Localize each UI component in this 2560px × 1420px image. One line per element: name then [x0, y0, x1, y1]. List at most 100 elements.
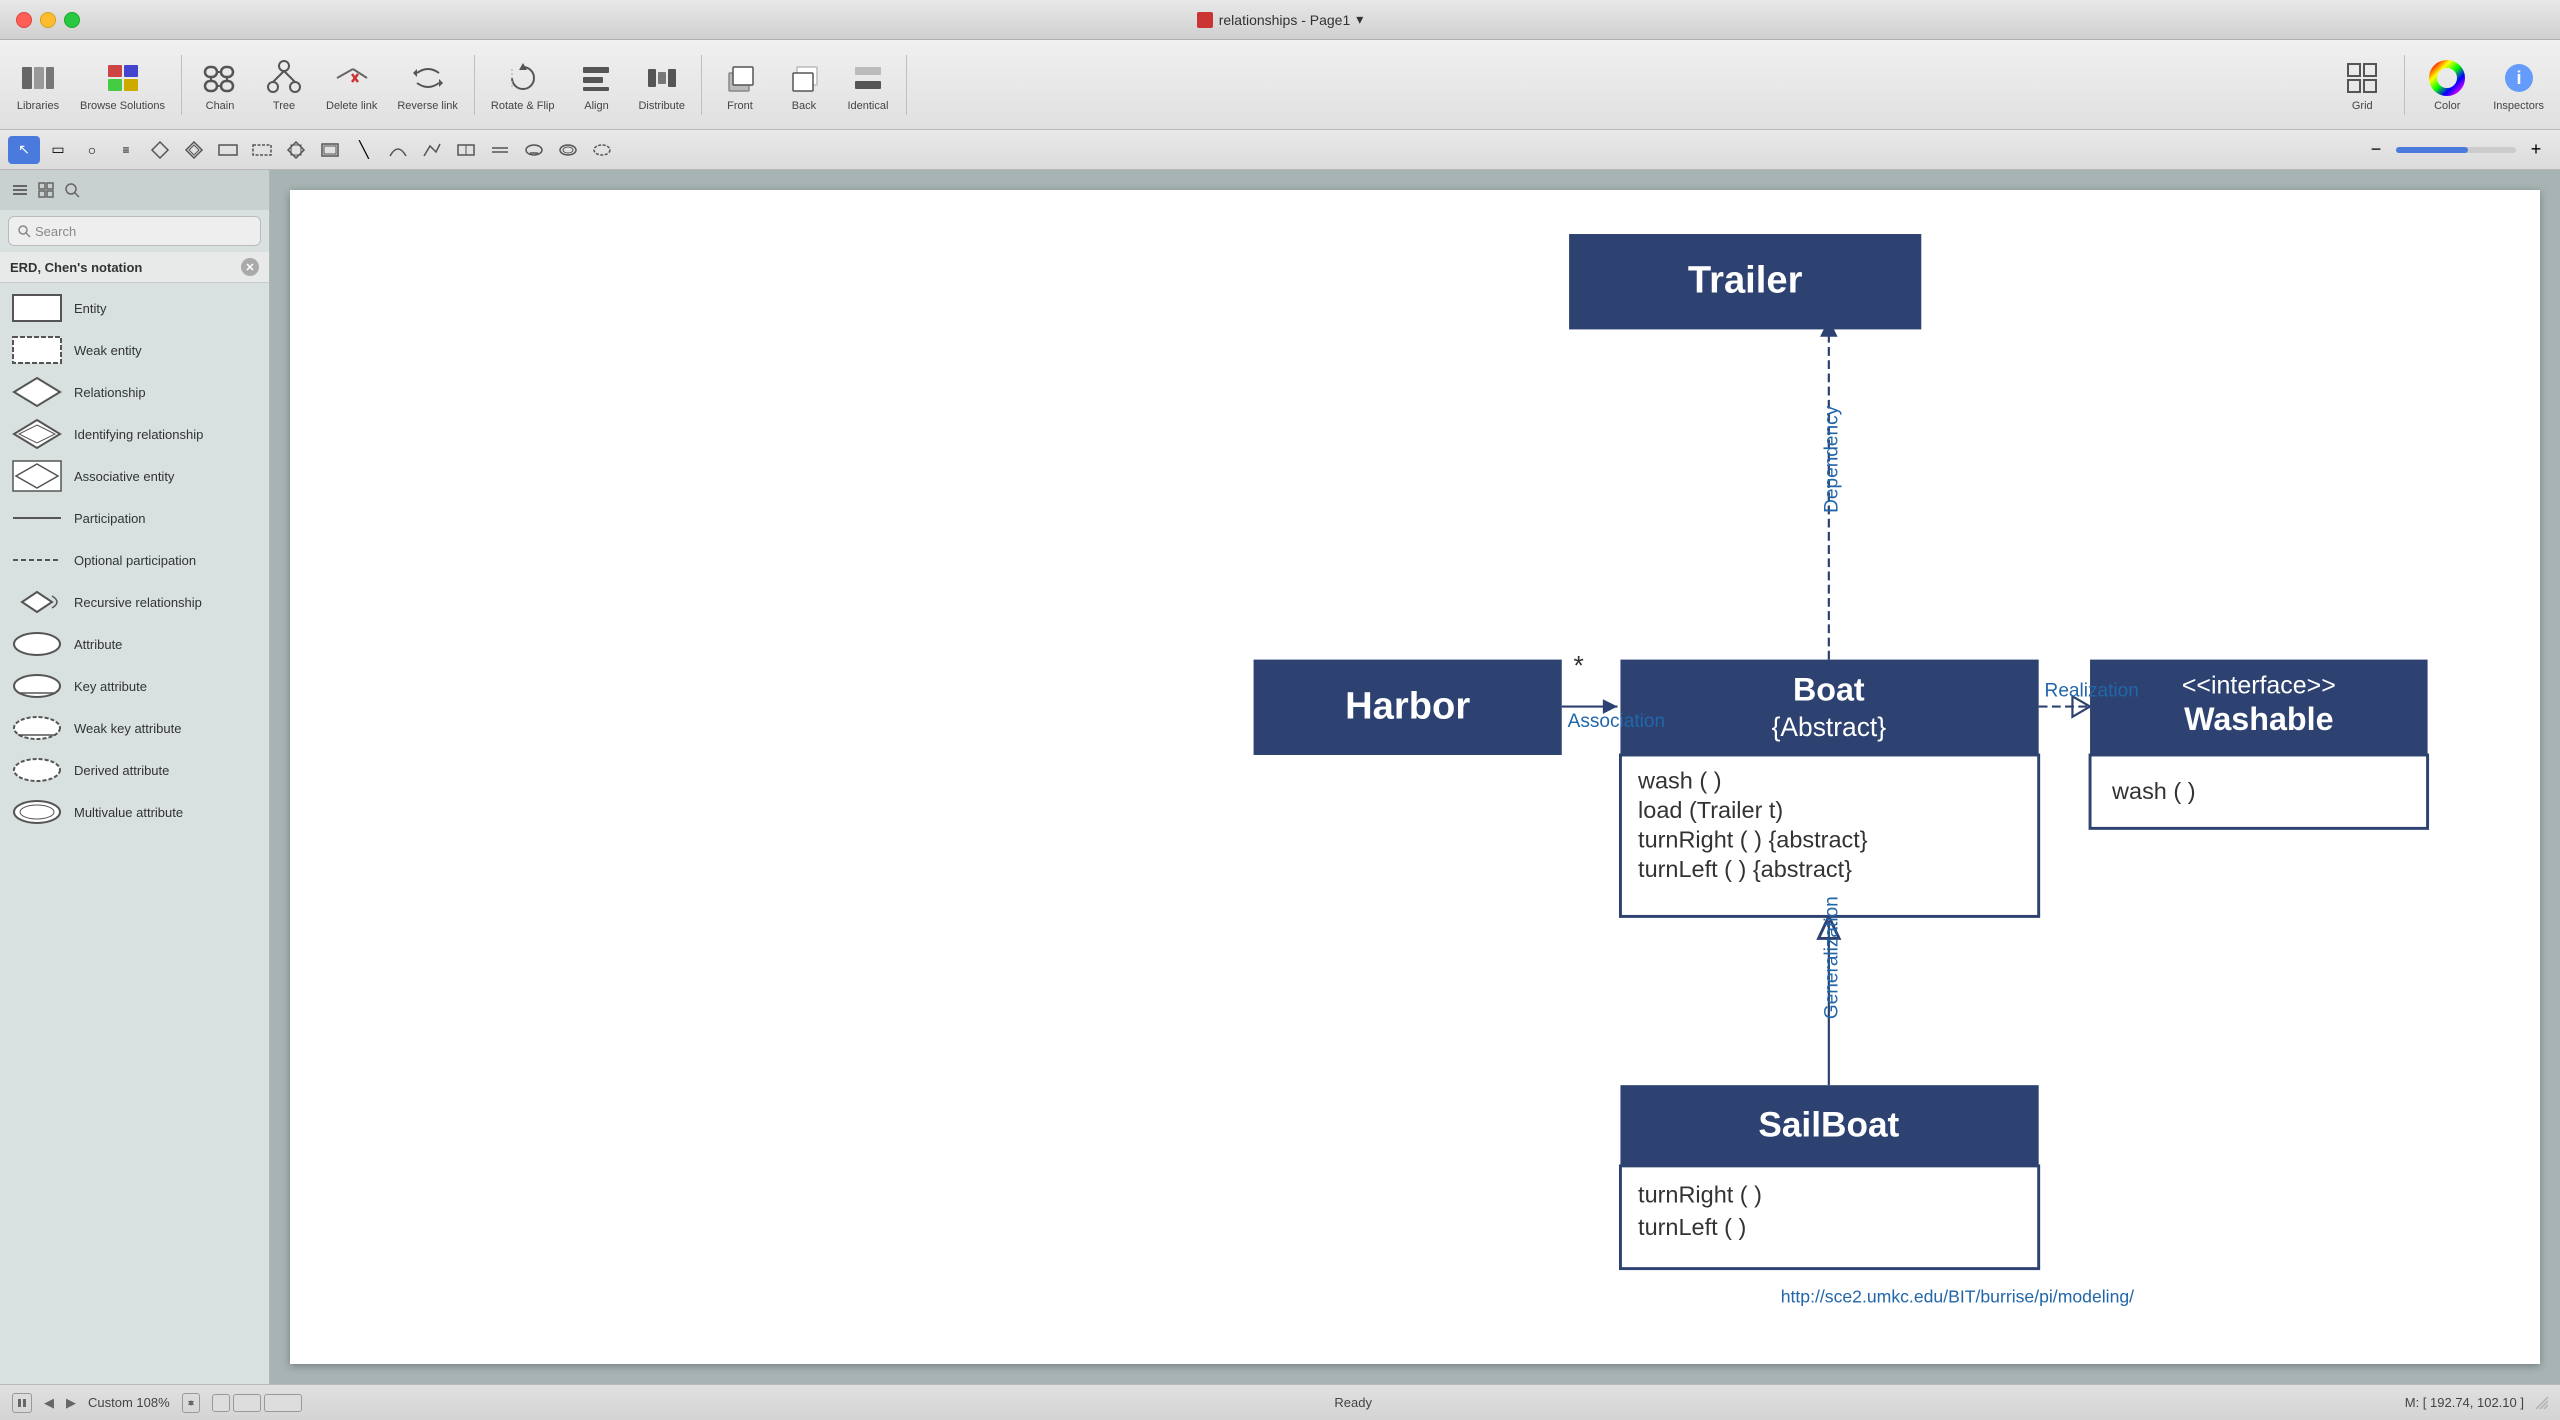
ellipse-tool[interactable]: ○	[76, 136, 108, 164]
key-attribute-shape-svg	[12, 672, 62, 700]
search-box[interactable]: Search	[8, 216, 261, 246]
page-size-2[interactable]	[233, 1394, 261, 1412]
shape-tool-2[interactable]	[178, 136, 210, 164]
toolbar-inspectors[interactable]: i Inspectors	[2485, 54, 2552, 116]
svg-text:Harbor: Harbor	[1345, 684, 1470, 727]
tree-label: Tree	[273, 100, 295, 112]
zoom-slider[interactable]	[2396, 147, 2516, 153]
toolbar-align[interactable]: Align	[566, 54, 626, 116]
list-item-attribute[interactable]: Attribute	[0, 623, 269, 665]
arrow-tool[interactable]: ╲	[348, 136, 380, 164]
svg-text:load (Trailer t): load (Trailer t)	[1638, 797, 1783, 823]
distribute-label: Distribute	[638, 100, 684, 112]
toolbar-reverse-link[interactable]: Reverse link	[389, 54, 466, 116]
search-view-icon[interactable]	[60, 178, 84, 202]
toolbar-distribute[interactable]: Distribute	[630, 54, 692, 116]
page-size-1[interactable]	[212, 1394, 230, 1412]
toolbar-sep-2	[474, 55, 475, 115]
shape-tool-1[interactable]	[144, 136, 176, 164]
app-icon	[1197, 12, 1213, 28]
next-page-button[interactable]: ▶	[66, 1395, 76, 1411]
toolbar-grid[interactable]: Grid	[2332, 54, 2392, 116]
relationship-label: Relationship	[74, 385, 146, 400]
text-tool[interactable]: ≡	[110, 136, 142, 164]
key-attribute-preview	[12, 671, 62, 701]
zoom-stepper[interactable]	[182, 1393, 200, 1413]
canvas-container[interactable]: Trailer Harbor Boat {Abstract} wash ( ) …	[270, 170, 2560, 1384]
libraries-icon	[18, 58, 58, 98]
identical-icon	[848, 58, 888, 98]
zoom-in-button[interactable]: +	[2520, 136, 2552, 164]
list-item-multivalue-attribute[interactable]: Multivalue attribute	[0, 791, 269, 833]
tool-7[interactable]	[450, 136, 482, 164]
list-item-participation[interactable]: Participation	[0, 497, 269, 539]
rect-tool[interactable]: ▭	[42, 136, 74, 164]
toolbar-tree[interactable]: Tree	[254, 54, 314, 116]
tool-9[interactable]	[518, 136, 550, 164]
shape-tool-6[interactable]	[314, 136, 346, 164]
svg-text:<<interface>>: <<interface>>	[2182, 671, 2336, 699]
toolbar-libraries[interactable]: Libraries	[8, 54, 68, 116]
status-text: Ready	[1334, 1395, 1372, 1410]
multivalue-attribute-label: Multivalue attribute	[74, 805, 183, 820]
resize-handle[interactable]	[2532, 1393, 2548, 1412]
front-icon	[720, 58, 760, 98]
svg-text:Trailer: Trailer	[1688, 259, 1803, 302]
list-view-icon[interactable]	[8, 178, 32, 202]
shape-tool-4[interactable]	[246, 136, 278, 164]
shape-tool-5[interactable]	[280, 136, 312, 164]
canvas[interactable]: Trailer Harbor Boat {Abstract} wash ( ) …	[290, 190, 2540, 1364]
select-tool[interactable]: ↖	[8, 136, 40, 164]
page-size-3[interactable]	[264, 1394, 302, 1412]
pause-button[interactable]	[12, 1393, 32, 1413]
tool-8[interactable]	[484, 136, 516, 164]
toolbar-chain[interactable]: Chain	[190, 54, 250, 116]
zoom-label: Custom 108%	[88, 1395, 170, 1410]
shape-tool-3[interactable]	[212, 136, 244, 164]
svg-text:Boat: Boat	[1793, 672, 1865, 708]
list-item-derived-attribute[interactable]: Derived attribute	[0, 749, 269, 791]
toolbar-delete-link[interactable]: Delete link	[318, 54, 385, 116]
reverse-link-label: Reverse link	[397, 100, 458, 112]
coordinates-text: M: [ 192.74, 102.10 ]	[2405, 1395, 2524, 1410]
statusbar: ◀ ▶ Custom 108% Ready M: [ 192.74, 102.1…	[0, 1384, 2560, 1420]
prev-page-button[interactable]: ◀	[44, 1395, 54, 1411]
list-item-associative-entity[interactable]: Associative entity	[0, 455, 269, 497]
list-item-optional-participation[interactable]: Optional participation	[0, 539, 269, 581]
svg-text:SailBoat: SailBoat	[1758, 1106, 1899, 1145]
list-item-key-attribute[interactable]: Key attribute	[0, 665, 269, 707]
toolbar-back[interactable]: Back	[774, 54, 834, 116]
list-item-weak-entity[interactable]: Weak entity	[0, 329, 269, 371]
recursive-relationship-preview	[12, 587, 62, 617]
view-icons	[8, 178, 84, 202]
curve-tool[interactable]	[382, 136, 414, 164]
toolbar-rotate-flip[interactable]: Rotate & Flip	[483, 54, 563, 116]
grid-view-icon[interactable]	[34, 178, 58, 202]
list-item-weak-key-attribute[interactable]: Weak key attribute	[0, 707, 269, 749]
minimize-button[interactable]	[40, 12, 56, 28]
toolbar-browse-solutions[interactable]: Browse Solutions	[72, 54, 173, 116]
list-item-entity[interactable]: Entity	[0, 287, 269, 329]
svg-text:wash ( ): wash ( )	[2111, 778, 2195, 804]
weak-key-attribute-shape-svg	[12, 714, 62, 742]
recursive-relationship-shape-svg	[12, 586, 62, 618]
polyline-tool[interactable]	[416, 136, 448, 164]
weak-entity-shape-svg	[12, 336, 62, 364]
toolbar-color[interactable]: Color	[2417, 54, 2477, 116]
zoom-area: − +	[2360, 136, 2552, 164]
tool-10[interactable]	[552, 136, 584, 164]
derived-attribute-shape-svg	[12, 756, 62, 784]
panel-close-button[interactable]: ✕	[241, 258, 259, 276]
list-item-recursive-relationship[interactable]: Recursive relationship	[0, 581, 269, 623]
maximize-button[interactable]	[64, 12, 80, 28]
close-button[interactable]	[16, 12, 32, 28]
inspectors-label: Inspectors	[2493, 100, 2544, 112]
zoom-out-button[interactable]: −	[2360, 136, 2392, 164]
toolbar-sep-1	[181, 55, 182, 115]
list-item-identifying-relationship[interactable]: Identifying relationship	[0, 413, 269, 455]
grid-icon	[2342, 58, 2382, 98]
list-item-relationship[interactable]: Relationship	[0, 371, 269, 413]
toolbar-front[interactable]: Front	[710, 54, 770, 116]
tool-11[interactable]	[586, 136, 618, 164]
toolbar-identical[interactable]: Identical	[838, 54, 898, 116]
